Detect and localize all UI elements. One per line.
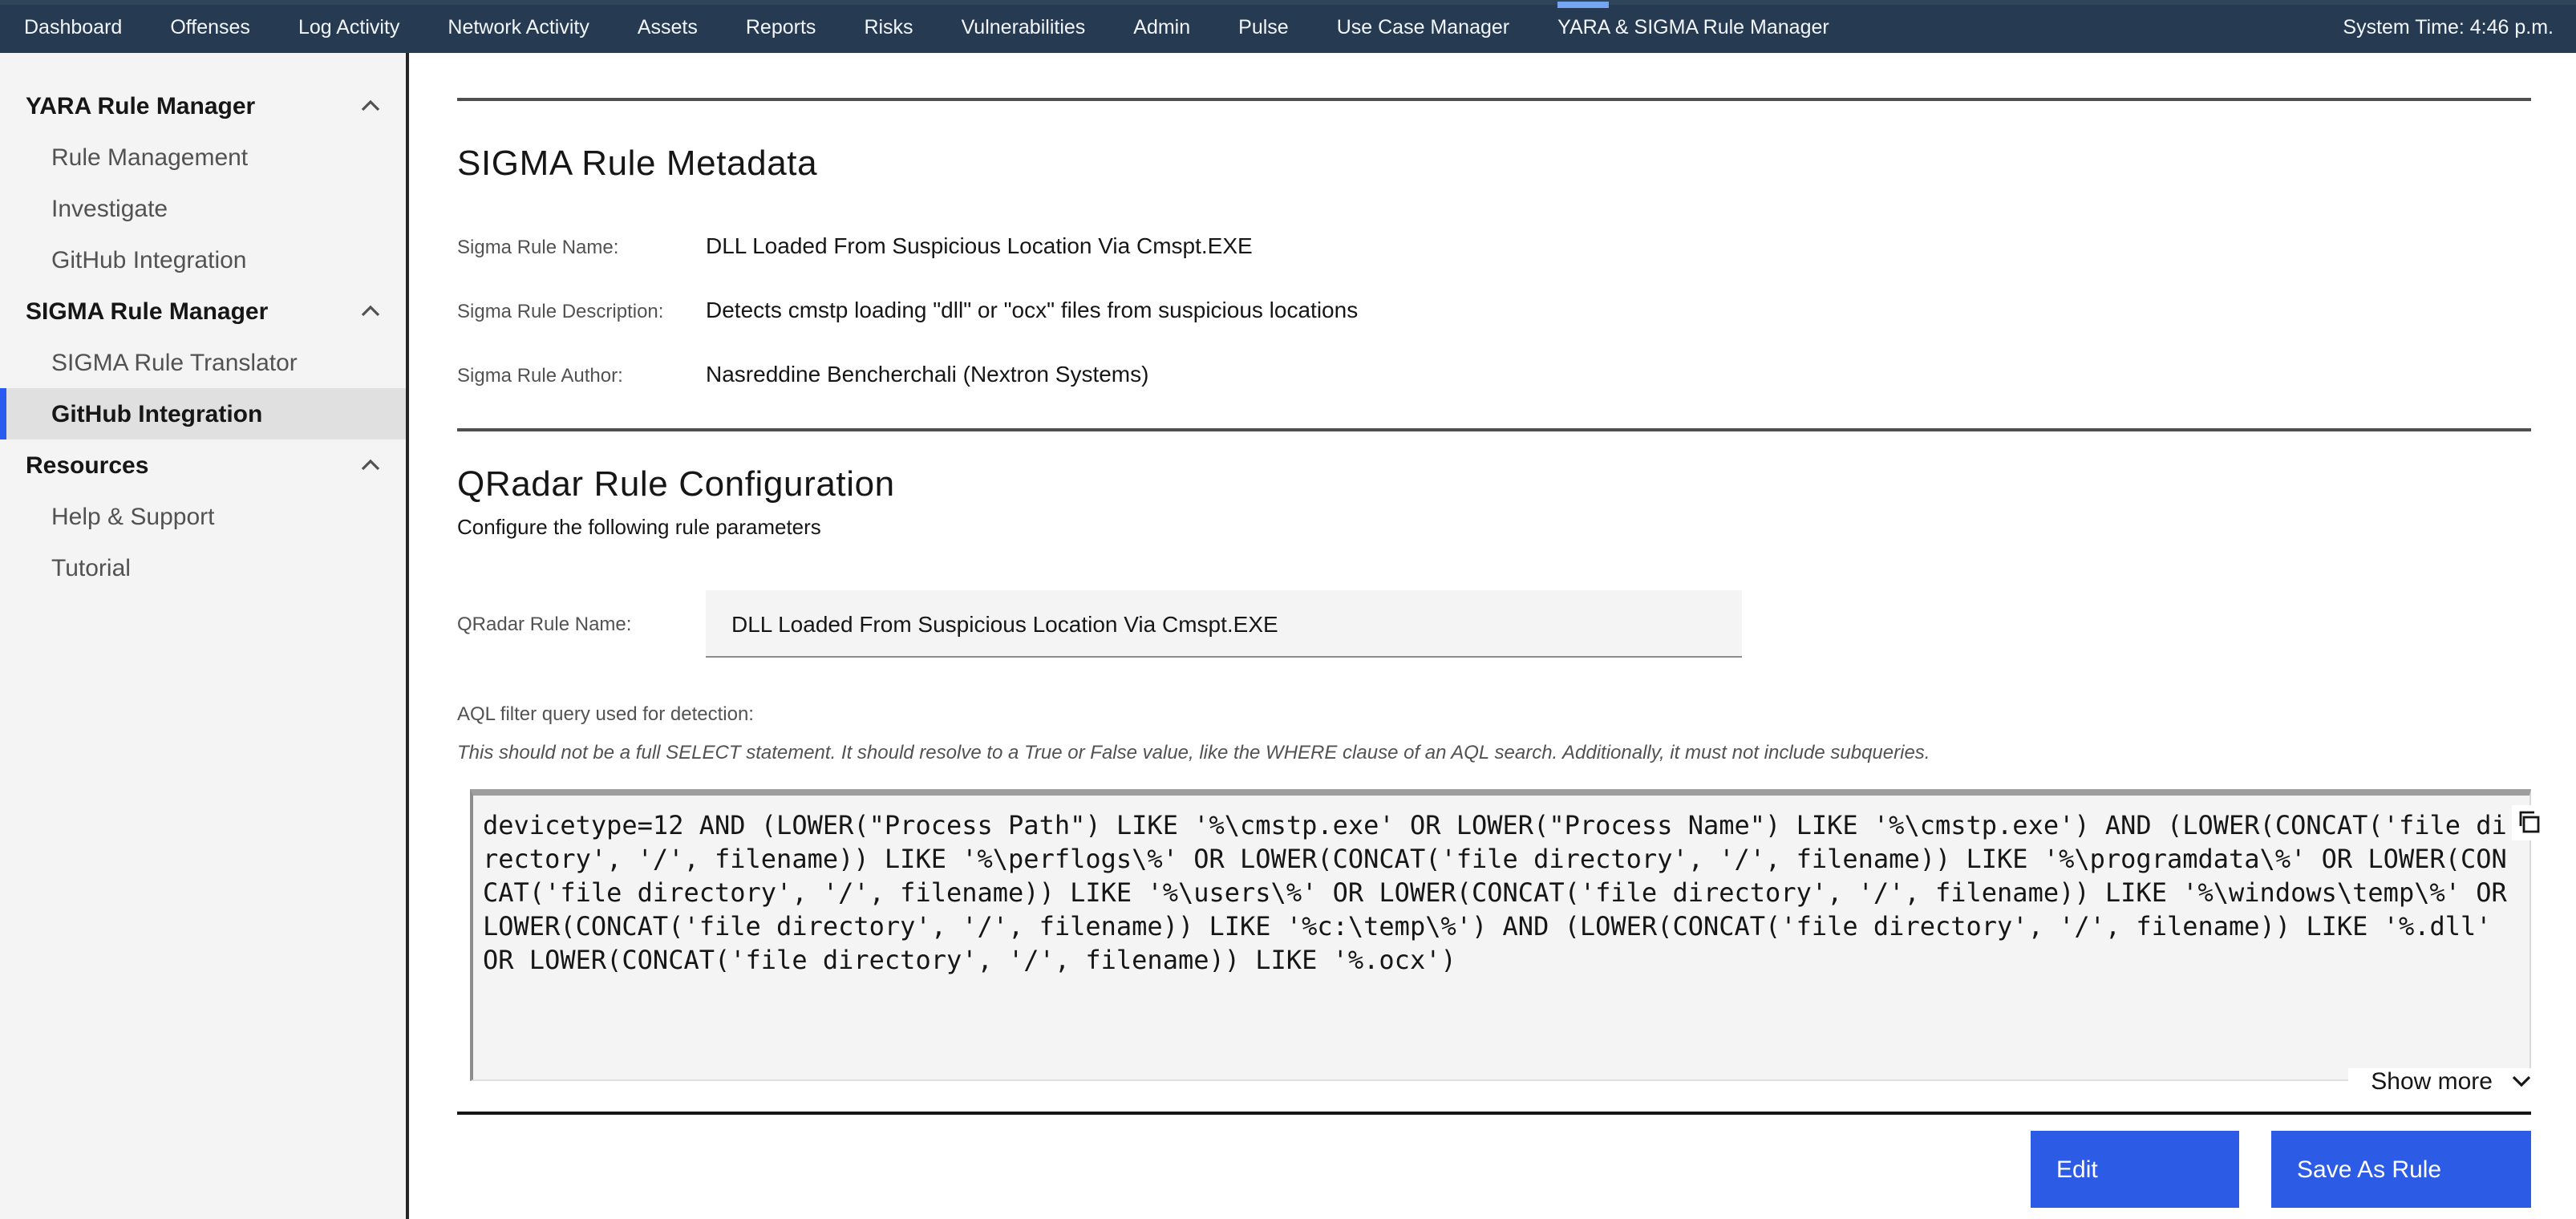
- nav-tab-assets[interactable]: Assets: [638, 0, 698, 53]
- qradar-rule-name-row: QRadar Rule Name:: [457, 590, 2531, 658]
- sidebar-item-sigma-github-integration[interactable]: GitHub Integration: [0, 388, 406, 439]
- nav-tab-dashboard[interactable]: Dashboard: [24, 0, 122, 53]
- sidebar-section-label: YARA Rule Manager: [26, 92, 256, 119]
- nav-items: Dashboard Offenses Log Activity Network …: [0, 0, 1829, 53]
- aql-filter-note: This should not be a full SELECT stateme…: [457, 741, 1930, 763]
- top-navbar: Dashboard Offenses Log Activity Network …: [0, 0, 2576, 53]
- sigma-metadata-fields: Sigma Rule Name: DLL Loaded From Suspici…: [457, 233, 2531, 387]
- show-more-toggle[interactable]: Show more: [2348, 1067, 2531, 1095]
- nav-tab-risks[interactable]: Risks: [864, 0, 913, 53]
- chevron-up-icon: [361, 459, 380, 471]
- nav-tab-use-case-manager[interactable]: Use Case Manager: [1337, 0, 1509, 53]
- metadata-row-description: Sigma Rule Description: Detects cmstp lo…: [457, 297, 2531, 322]
- metadata-row-name: Sigma Rule Name: DLL Loaded From Suspici…: [457, 233, 2531, 258]
- sidebar-item-rule-management[interactable]: Rule Management: [0, 132, 406, 183]
- nav-tab-vulnerabilities[interactable]: Vulnerabilities: [962, 0, 1086, 53]
- sidebar-section-label: SIGMA Rule Manager: [26, 298, 269, 325]
- sidebar-item-sigma-rule-translator[interactable]: SIGMA Rule Translator: [0, 337, 406, 388]
- qradar-config-title: QRadar Rule Configuration: [457, 464, 895, 504]
- section-divider: [457, 98, 2531, 101]
- sidebar-section-resources[interactable]: Resources: [0, 439, 406, 491]
- field-label: Sigma Rule Author:: [457, 364, 623, 387]
- copy-button[interactable]: [2512, 805, 2547, 840]
- sidebar-item-tutorial[interactable]: Tutorial: [0, 542, 406, 593]
- nav-tab-yara-sigma-rule-manager[interactable]: YARA & SIGMA Rule Manager: [1557, 0, 1829, 53]
- main-content: SIGMA Rule Metadata Sigma Rule Name: DLL…: [412, 53, 2576, 1219]
- aql-query-container: devicetype=12 AND (LOWER("Process Path")…: [470, 789, 2547, 1102]
- aql-query-footer: Show more: [470, 1060, 2531, 1102]
- system-time: System Time: 4:46 p.m.: [2343, 15, 2554, 38]
- sidebar-section-yara-rule-manager[interactable]: YARA Rule Manager: [0, 80, 406, 132]
- action-buttons: Edit Save As Rule: [457, 1131, 2531, 1208]
- chevron-up-icon: [361, 99, 380, 111]
- field-value: Nasreddine Bencherchali (Nextron Systems…: [706, 361, 1149, 387]
- qradar-config-subtitle: Configure the following rule parameters: [457, 515, 821, 539]
- copy-icon: [2519, 811, 2540, 833]
- sidebar-section-label: Resources: [26, 452, 149, 479]
- show-more-label: Show more: [2371, 1067, 2493, 1095]
- qradar-rule-name-label: QRadar Rule Name:: [457, 613, 632, 635]
- field-value: DLL Loaded From Suspicious Location Via …: [706, 233, 1253, 258]
- nav-tab-network-activity[interactable]: Network Activity: [448, 0, 589, 53]
- metadata-row-author: Sigma Rule Author: Nasreddine Benchercha…: [457, 361, 2531, 387]
- sidebar-item-yara-github-integration[interactable]: GitHub Integration: [0, 234, 406, 286]
- sidebar-item-help-support[interactable]: Help & Support: [0, 491, 406, 542]
- nav-tab-offenses[interactable]: Offenses: [170, 0, 250, 53]
- nav-tab-admin[interactable]: Admin: [1133, 0, 1190, 53]
- qradar-rule-name-input[interactable]: [706, 590, 1742, 658]
- footer-divider: [457, 1112, 2531, 1115]
- sidebar-nav: YARA Rule Manager Rule Management Invest…: [0, 53, 409, 1219]
- sidebar-item-investigate[interactable]: Investigate: [0, 183, 406, 234]
- nav-tab-reports[interactable]: Reports: [746, 0, 816, 53]
- aql-filter-label: AQL filter query used for detection:: [457, 703, 754, 725]
- field-label: Sigma Rule Description:: [457, 300, 664, 322]
- field-label: Sigma Rule Name:: [457, 236, 619, 258]
- aql-query-editor[interactable]: devicetype=12 AND (LOWER("Process Path")…: [470, 789, 2531, 1081]
- section-divider: [457, 428, 2531, 431]
- chevron-up-icon: [361, 305, 380, 317]
- sidebar-section-sigma-rule-manager[interactable]: SIGMA Rule Manager: [0, 286, 406, 337]
- field-value: Detects cmstp loading "dll" or "ocx" fil…: [706, 297, 1359, 322]
- save-as-rule-button[interactable]: Save As Rule: [2271, 1131, 2531, 1208]
- sigma-metadata-title: SIGMA Rule Metadata: [457, 143, 818, 183]
- chevron-down-icon: [2512, 1075, 2531, 1087]
- edit-button[interactable]: Edit: [2031, 1131, 2239, 1208]
- nav-tab-log-activity[interactable]: Log Activity: [298, 0, 399, 53]
- app-root: Dashboard Offenses Log Activity Network …: [0, 0, 2576, 1219]
- nav-tab-pulse[interactable]: Pulse: [1238, 0, 1289, 53]
